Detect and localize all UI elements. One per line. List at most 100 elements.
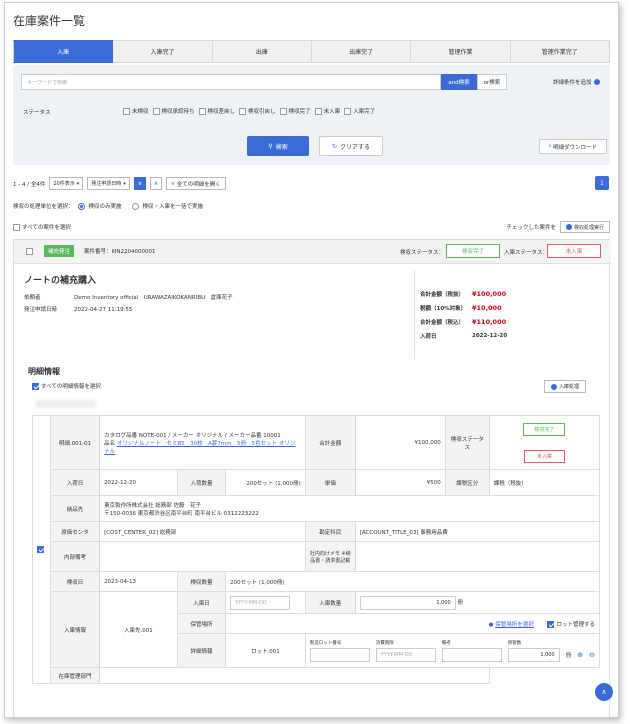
storage-label: 保管場所 [176,613,227,634]
status-option[interactable]: 検収承認待ち [152,107,195,115]
chevron-down-icon: ∨ [137,180,142,187]
tax-value: ¥10,000 [472,304,502,312]
sort-desc-button[interactable]: ∨ [133,177,146,190]
case-card-header: 補充発注 案件番号：IIIN2204000001 検収ステータス： 検収完了 入… [14,240,611,264]
clear-button[interactable]: ↻ クリアする [319,136,383,156]
add-lot-icon[interactable]: ⊕ [577,651,583,659]
tab-management-done[interactable]: 管理作業完了 [510,40,610,63]
qty-label: 保管数 [507,640,522,646]
status-option[interactable]: 未検収 [123,107,149,115]
chevron-up-icon: ∧ [601,688,607,696]
radio-inspect-only-label: 検収のみ実施 [88,204,122,210]
note-label: 備考 [441,640,451,646]
open-all-details-button[interactable]: ∨ 全ての明細を開く [165,177,226,190]
subtotal-label: 合計金額（税抜） [420,292,465,298]
status-option[interactable]: 検収差戻し [198,107,236,115]
detail-checkbox-cell [32,415,51,684]
tab-shipping[interactable]: 出庫 [212,40,312,63]
and-search-button[interactable]: and検索 [441,74,477,90]
download-button[interactable]: ⭳ 明細ダウンロード [539,139,607,154]
checkbox[interactable] [13,224,20,231]
checkbox[interactable] [314,108,322,115]
lot-qty-input[interactable]: 1,000 [507,647,560,662]
select-all-details[interactable]: すべての明細情報を選択 [32,382,101,390]
radio-inspect-and-receive[interactable] [131,202,139,210]
list-toolbar: 1 - 4 / 全4件 20件表示 ▾ 発注申請日時 ▾ ∨ ∧ ∨ 全ての明細を開く [13,177,226,190]
checkbox[interactable] [547,620,555,628]
sort-asc-button[interactable]: ∧ [149,177,162,190]
lot-manage-toggle[interactable]: ロット管理する [547,620,595,628]
tab-management[interactable]: 管理作業 [411,40,511,63]
arrival-value: 2022-12-20 [99,469,178,496]
lot-label: ロット.001 [225,633,306,668]
receive-process-button[interactable]: 入庫処理 [544,380,587,393]
tab-shipping-done[interactable]: 出庫完了 [311,40,412,63]
add-condition-link[interactable]: 詳細条件を追加 [553,78,600,86]
blurred-supplier-name [36,400,96,408]
run-inspection-label: 検収処理実行 [573,224,604,231]
detail-checkbox[interactable] [37,546,44,553]
receive-date-label: 入庫日 [176,591,227,614]
memo-value [354,541,601,572]
status-option[interactable]: 未入庫 [314,107,340,115]
exp-label: 消費期限 [375,640,394,646]
case-checkbox[interactable] [26,248,33,255]
status-option-label: 検収差戻し [207,109,236,115]
status-label: ステータス [23,110,51,116]
checked-cases-label: チェックした案件を [506,225,556,231]
tab-receiving-done[interactable]: 入庫完了 [113,40,213,63]
status-option-label: 未検収 [132,109,149,115]
account-value: [ACCOUNT_TITLE_03] 事務用品費 [354,521,601,542]
per-page-value: 20件表示 [53,181,75,187]
checkbox[interactable] [279,108,287,115]
scroll-to-top-button[interactable]: ∧ [595,683,613,701]
checkbox[interactable] [123,108,130,115]
exp-input[interactable]: YYYY-MM-DD [375,647,436,662]
chevron-down-icon [593,79,600,85]
per-page-select[interactable]: 20件表示 ▾ [49,177,84,190]
receive-date-input[interactable]: YYYY-MM-DD [230,595,291,610]
delivery-cell: 東京製作所株式会社 総務部 佐藤 花子 〒150-0036 東京都渋谷区南平台町 … [99,495,600,522]
select-all-cases[interactable]: すべての案件を選択 [13,223,71,231]
receive-qty-input[interactable]: 1,000 [359,595,456,610]
checkbox[interactable] [239,108,247,115]
process-unit-label: 検収の処理単位を選択： [13,204,74,210]
status-option[interactable]: 検収完了 [279,107,311,115]
search-button[interactable]: ⚲ 検索 [247,136,309,156]
bulk-action: チェックした案件を 検収処理実行 [506,221,610,233]
checkbox[interactable] [344,108,352,115]
note-input[interactable] [441,647,502,662]
keyword-search-input[interactable]: キーワードで検索 [21,74,441,90]
radio-inspect-only[interactable] [77,202,85,210]
unit-price-label: 単価 [304,469,356,496]
result-count: 1 - 4 / 全4件 [13,181,46,188]
or-search-button[interactable]: or検索 [477,74,507,90]
page-number-button[interactable]: 1 [595,176,609,190]
delivery-address: 〒150-0036 東京都渋谷区南平台町 南平台ビル 0312223222 [104,510,259,517]
arrival-label: 入荷日 [49,469,101,496]
remove-lot-icon[interactable]: ⊖ [589,651,595,659]
download-icon: ⭳ [549,143,551,149]
run-inspection-button[interactable]: 検収処理実行 [559,221,610,233]
checkbox[interactable] [32,382,39,390]
case-card: 補充発注 案件番号：IIIN2204000001 検収ステータス： 検収完了 入… [13,239,611,717]
detail-section: 明細情報 すべての明細情報を選択 入庫処理 明細.001-01 カタログ品番 N… [24,358,606,717]
tax-label: 税額（10%対象） [420,306,467,312]
checkbox[interactable] [152,108,160,115]
status-option[interactable]: 入庫完了 [344,107,375,115]
product-name-link[interactable]: オリジナルノート セミB5 30枚 A罫7mm 5冊 5色セット オリジナル [104,441,295,455]
radio-inspect-and-receive-label: 検収・入庫を一括で実施 [142,204,204,210]
lot-no-input[interactable] [309,647,370,662]
sort-select[interactable]: 発注申請日時 ▾ [87,177,130,190]
product-line: カタログ品番 NOTE-001 / メーカー オリジナル / メーカー品番 10… [104,432,281,439]
inspect-status-cell: 検収完了 未入庫 [488,415,601,470]
checkbox[interactable] [198,108,206,115]
lot-no-label: 製造ロット番号 [309,640,342,646]
status-option[interactable]: 検収引戻し [239,107,276,115]
tab-receiving[interactable]: 入庫 [13,40,114,63]
select-storage-link[interactable]: ● 保管場所を選択 [489,622,534,628]
lot-fields: 製造ロット番号 消費期限 備考 保管数 YYYY-MM-DD 1,000 冊 ⊕ [304,633,601,668]
status-option-label: 検収完了 [288,109,311,115]
delivery-label: 納品先 [49,495,101,522]
inspect-qty-value: 200セット (1,000冊) [225,571,600,592]
